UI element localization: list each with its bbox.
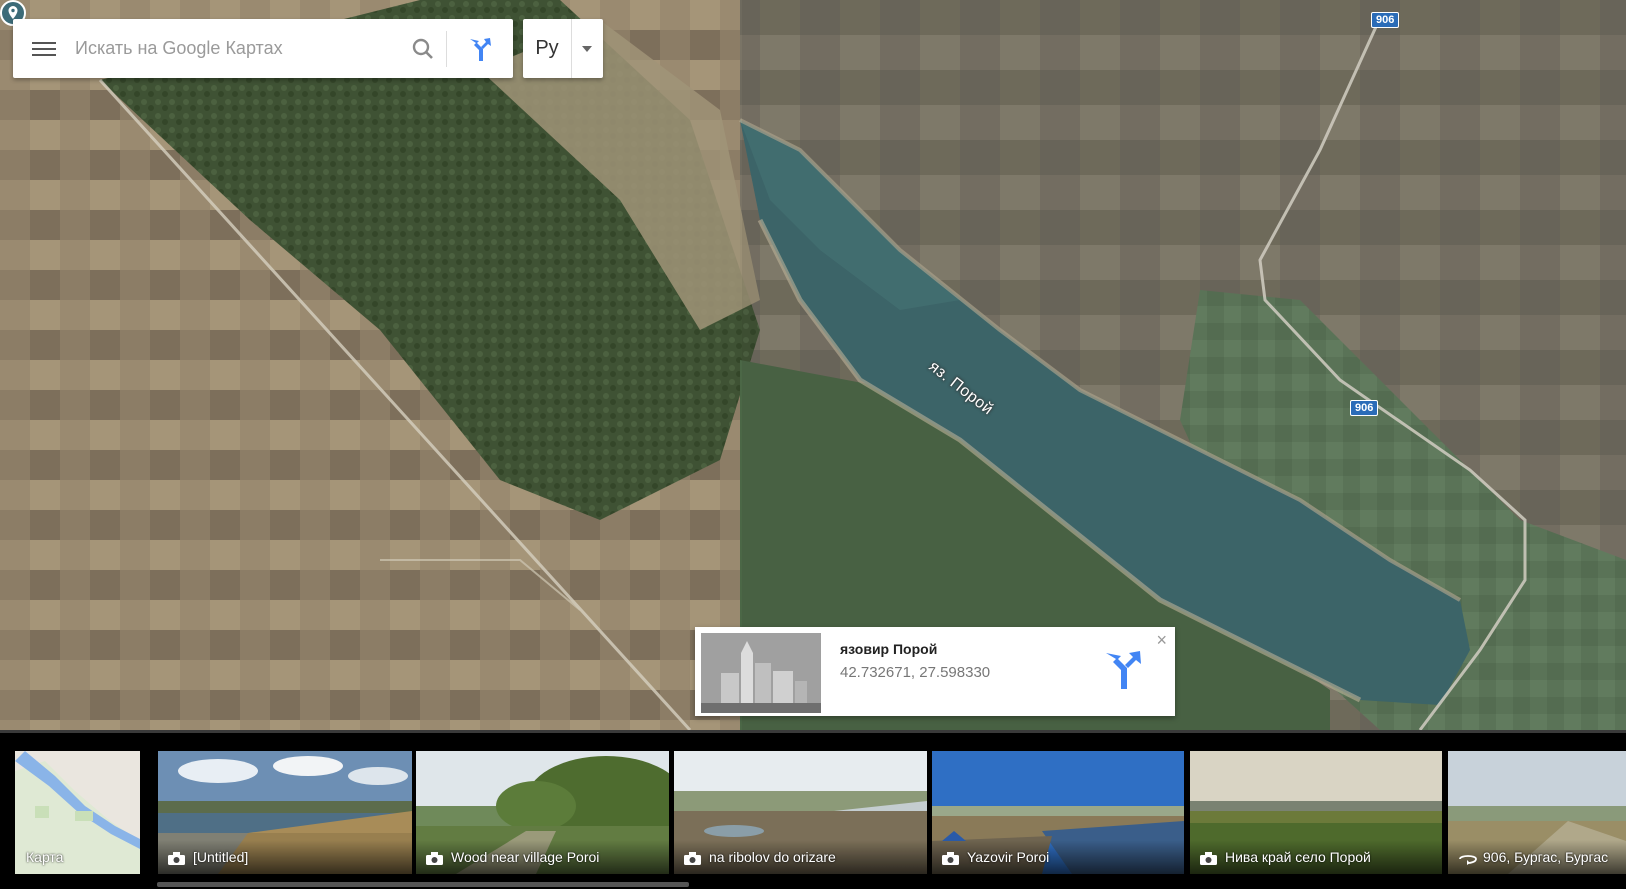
photo-caption: 906, Бургас, Бургас xyxy=(1483,849,1609,865)
camera-icon xyxy=(684,852,701,865)
map-thumb-label: Карта xyxy=(26,849,64,865)
camera-icon xyxy=(168,852,185,865)
photo-thumbnail[interactable]: [Untitled] xyxy=(158,751,412,874)
language-label: Ру xyxy=(535,37,559,59)
photo-caption: [Untitled] xyxy=(193,849,249,865)
streetview-thumbnail[interactable]: 906, Бургас, Бургас xyxy=(1448,751,1626,874)
camera-icon xyxy=(1200,852,1217,865)
strip-scrollbar[interactable] xyxy=(157,882,689,887)
language-selector[interactable]: Ру xyxy=(523,19,603,78)
hamburger-icon xyxy=(32,38,56,60)
camera-icon xyxy=(942,852,959,865)
search-icon xyxy=(412,38,433,59)
map-view-thumbnail[interactable]: Карта xyxy=(15,751,140,874)
search-box xyxy=(13,19,513,78)
search-button[interactable] xyxy=(400,19,446,78)
city-placeholder-icon xyxy=(701,633,821,713)
photo-caption: na ribolov do orizare xyxy=(709,849,836,865)
place-thumbnail[interactable] xyxy=(701,633,821,713)
satellite-map[interactable]: яз. Порой 906 906 xyxy=(0,0,1626,730)
close-icon[interactable]: × xyxy=(1156,631,1167,649)
photo-thumbnail[interactable]: Yazovir Poroi xyxy=(932,751,1184,874)
directions-icon xyxy=(470,37,491,61)
photo-caption: Wood near village Poroi xyxy=(451,849,600,865)
directions-icon[interactable] xyxy=(1100,647,1146,693)
menu-button[interactable] xyxy=(13,19,75,78)
photo-thumbnail[interactable]: na ribolov do orizare xyxy=(674,751,927,874)
satellite-imagery xyxy=(0,0,1626,730)
place-info-card[interactable]: язовир Порой 42.732671, 27.598330 × xyxy=(695,627,1175,716)
route-badge: 906 xyxy=(1371,12,1400,28)
caret-down-icon xyxy=(582,45,592,52)
strip-divider xyxy=(0,730,1626,733)
photo-strip: Карта [Untitled] Wood near village Poroi… xyxy=(0,730,1626,889)
language-dropdown-button[interactable] xyxy=(571,19,602,78)
photo-caption: Нива край село Порой xyxy=(1225,849,1371,865)
camera-icon xyxy=(426,852,443,865)
place-title: язовир Порой xyxy=(840,641,938,657)
directions-button[interactable] xyxy=(447,19,513,78)
photo-thumbnail[interactable]: Нива край село Порой xyxy=(1190,751,1442,874)
photo-caption: Yazovir Poroi xyxy=(967,849,1050,865)
streetview-360-icon xyxy=(1459,855,1477,865)
place-coordinates: 42.732671, 27.598330 xyxy=(840,664,991,681)
search-input[interactable] xyxy=(75,28,400,69)
route-badge: 906 xyxy=(1350,400,1379,416)
photo-thumbnail[interactable]: Wood near village Poroi xyxy=(416,751,669,874)
